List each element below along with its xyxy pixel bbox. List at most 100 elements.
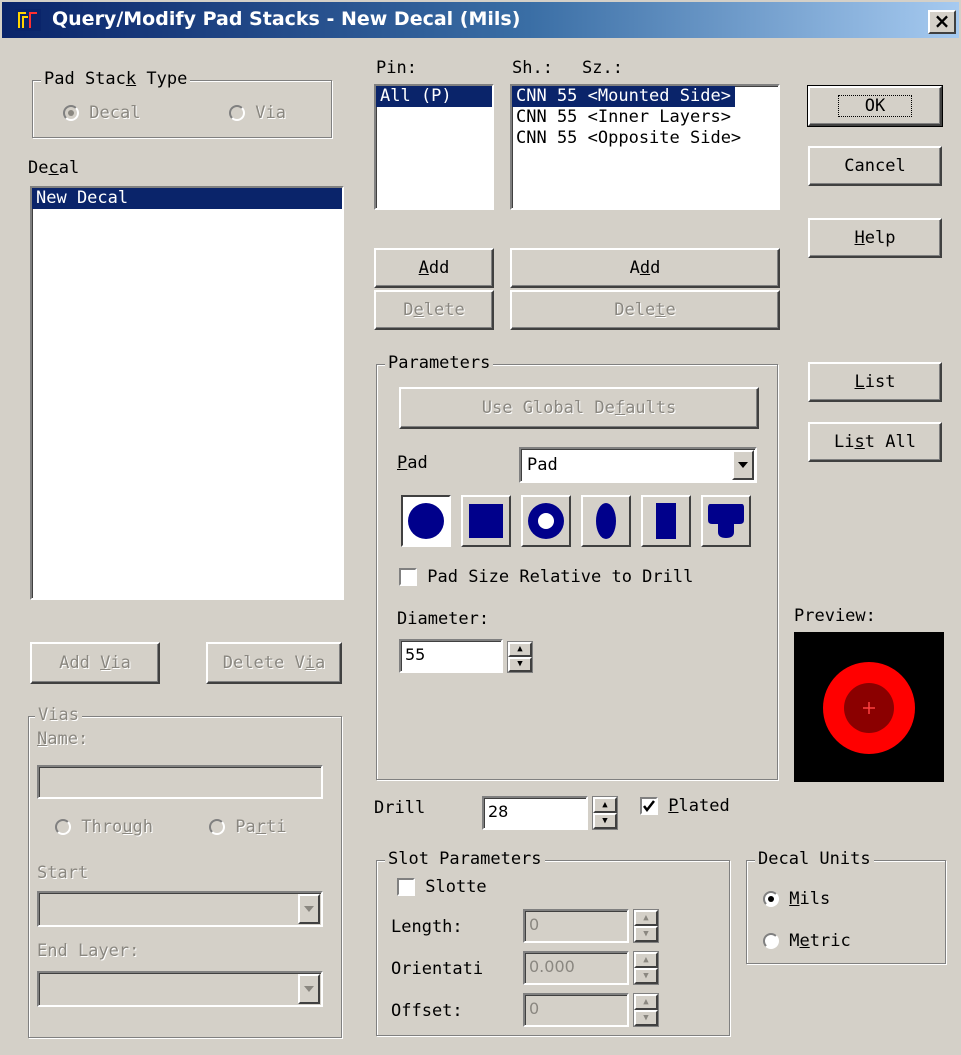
radio-through-label: Through [81, 817, 153, 837]
start-layer-select[interactable] [37, 891, 323, 927]
square-pad-icon[interactable] [461, 495, 511, 547]
end-layer-label: End Layer: [37, 941, 140, 961]
use-global-defaults-button[interactable]: Use Global Defaults [399, 387, 759, 429]
checkmark-icon [640, 797, 658, 815]
radio-through-icon [55, 819, 71, 835]
shape-add-button[interactable]: Add [510, 248, 780, 288]
orientation-spinner[interactable]: ▲ ▼ [633, 951, 659, 985]
offset-input[interactable]: 0 [523, 993, 629, 1027]
radio-decal[interactable]: Decal [63, 103, 140, 123]
offset-label: Offset: [391, 1001, 463, 1021]
spin-down-icon[interactable]: ▼ [634, 926, 658, 942]
oval-pad-icon[interactable] [581, 495, 631, 547]
decal-units-group: Decal Units Mils Metric [746, 849, 946, 964]
ok-button-label: OK [837, 95, 913, 117]
cancel-button-label: Cancel [844, 156, 906, 176]
help-button[interactable]: Help [808, 218, 942, 258]
pad-select[interactable]: Pad [519, 447, 757, 483]
spin-up-icon[interactable]: ▲ [593, 797, 617, 813]
vias-group: Vias Name: Through Parti Start End Layer… [28, 705, 342, 1038]
slotted-checkbox[interactable]: Slotte [397, 877, 487, 897]
via-name-label: Name: [37, 729, 89, 749]
delete-via-label: Delete Via [222, 653, 326, 673]
pad-stack-type-legend: Pad Stack Type [41, 69, 191, 89]
radio-through[interactable]: Through [55, 817, 153, 837]
shape-list-item[interactable]: CNN 55 <Opposite Side> [512, 128, 778, 149]
odd-shape-pad-icon[interactable] [701, 495, 751, 547]
radio-decal-icon [63, 105, 79, 121]
length-spinner[interactable]: ▲ ▼ [633, 909, 659, 943]
pad-size-relative-checkbox[interactable]: Pad Size Relative to Drill [399, 567, 693, 587]
list-all-button[interactable]: List All [808, 422, 942, 462]
rectangle-pad-icon[interactable] [641, 495, 691, 547]
radio-partial-icon [209, 819, 225, 835]
spin-up-icon[interactable]: ▲ [634, 994, 658, 1010]
decal-list-item[interactable]: New Decal [32, 188, 342, 209]
list-button[interactable]: List [808, 362, 942, 402]
offset-spinner[interactable]: ▲ ▼ [633, 993, 659, 1027]
close-button[interactable]: × [928, 10, 956, 34]
annular-pad-icon[interactable] [521, 495, 571, 547]
list-all-button-label: List All [834, 432, 916, 452]
pad-stack-type-group: Pad Stack Type Decal Via [32, 69, 332, 138]
pad-size-relative-check-icon [399, 568, 417, 586]
spin-up-icon[interactable]: ▲ [634, 952, 658, 968]
via-name-input[interactable] [37, 765, 323, 799]
diameter-spinner[interactable]: ▲ ▼ [507, 641, 533, 673]
shape-delete-label: Delete [614, 300, 676, 320]
shape-list-item[interactable]: CNN 55 <Mounted Side> [512, 86, 735, 107]
decal-list[interactable]: New Decal [30, 186, 344, 600]
radio-partial[interactable]: Parti [209, 817, 286, 837]
spin-down-icon[interactable]: ▼ [634, 1010, 658, 1026]
spin-up-icon[interactable]: ▲ [508, 642, 532, 657]
radio-via-icon [229, 105, 245, 121]
diameter-label: Diameter: [397, 609, 490, 629]
parameters-legend: Parameters [385, 353, 494, 373]
offset-value: 0 [529, 999, 540, 1018]
radio-via-label: Via [255, 103, 286, 123]
radio-mils-label: Mils [789, 889, 831, 909]
shape-delete-button[interactable]: Delete [510, 290, 780, 330]
dialog-window: Query/Modify Pad Stacks - New Decal (Mil… [0, 0, 961, 1055]
decal-label: Decal [28, 158, 80, 178]
pin-delete-button[interactable]: Delete [374, 290, 494, 330]
delete-via-button[interactable]: Delete Via [206, 642, 342, 684]
orientation-input[interactable]: 0.000 [523, 951, 629, 985]
pad-size-relative-label: Pad Size Relative to Drill [427, 567, 694, 587]
radio-via[interactable]: Via [229, 103, 286, 123]
chevron-down-icon[interactable] [732, 450, 754, 480]
plated-checkbox[interactable]: Plated [640, 796, 730, 816]
length-input[interactable]: 0 [523, 909, 629, 943]
drill-spinner[interactable]: ▲ ▼ [592, 796, 618, 830]
add-via-button[interactable]: Add Via [30, 642, 160, 684]
title-bar[interactable]: Query/Modify Pad Stacks - New Decal (Mil… [2, 2, 959, 38]
chevron-down-icon[interactable] [298, 894, 320, 924]
end-layer-select[interactable] [37, 971, 323, 1007]
radio-metric-label: Metric [789, 931, 851, 951]
pin-add-button[interactable]: Add [374, 248, 494, 288]
pad-preview [823, 662, 915, 754]
radio-metric[interactable]: Metric [763, 931, 851, 951]
shape-list[interactable]: CNN 55 <Mounted Side> CNN 55 <Inner Laye… [510, 84, 780, 210]
chevron-down-icon[interactable] [298, 974, 320, 1004]
spin-down-icon[interactable]: ▼ [508, 657, 532, 672]
shape-list-item[interactable]: CNN 55 <Inner Layers> [512, 107, 778, 128]
pin-add-label: Add [418, 258, 450, 278]
parameters-group: Parameters Use Global Defaults Pad Pad P… [376, 353, 778, 780]
ok-button[interactable]: OK [807, 85, 943, 127]
drill-input[interactable]: 28 [482, 796, 588, 830]
radio-mils[interactable]: Mils [763, 889, 830, 909]
app-icon [15, 9, 41, 31]
orientation-label: Orientati [391, 959, 484, 979]
spin-down-icon[interactable]: ▼ [593, 813, 617, 829]
spin-up-icon[interactable]: ▲ [634, 910, 658, 926]
window-title: Query/Modify Pad Stacks - New Decal (Mil… [52, 8, 521, 30]
cancel-button[interactable]: Cancel [808, 146, 942, 186]
round-pad-icon[interactable] [401, 495, 451, 547]
diameter-input[interactable]: 55 [399, 639, 503, 673]
pin-list-item[interactable]: All (P) [376, 86, 492, 107]
drill-value: 28 [488, 802, 509, 821]
spin-down-icon[interactable]: ▼ [634, 968, 658, 984]
preview-canvas [794, 632, 944, 782]
pin-list[interactable]: All (P) [374, 84, 494, 210]
